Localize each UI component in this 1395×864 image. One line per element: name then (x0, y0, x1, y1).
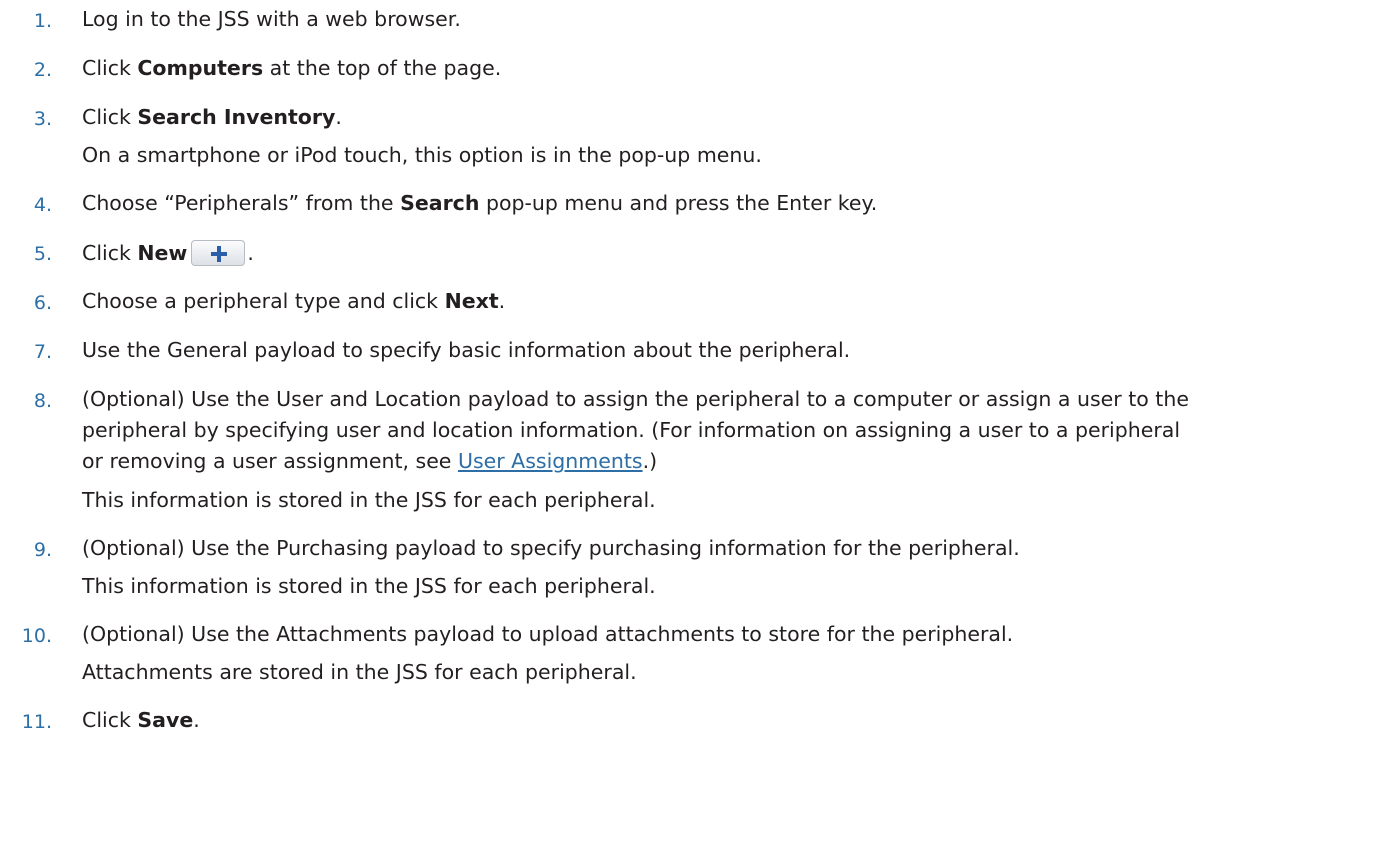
ui-term-new: New (137, 241, 188, 265)
step-text: Click Computers at the top of the page. (82, 56, 502, 80)
step-text: Choose a peripheral type and click Next. (82, 289, 506, 313)
step-note: On a smartphone or iPod touch, this opti… (82, 143, 762, 167)
ui-term-search: Search (400, 191, 480, 215)
step-text-line-3: or removing a user assignment, see User … (82, 449, 658, 473)
ui-term-next: Next (444, 289, 499, 313)
step-note: This information is stored in the JSS fo… (82, 574, 656, 598)
plus-icon (211, 246, 228, 262)
step-number: 10. (21, 625, 52, 647)
ui-term-save: Save (137, 708, 194, 732)
step-text: Choose “Peripherals” from the Search pop… (82, 191, 878, 215)
ui-term-computers: Computers (137, 56, 264, 80)
step-number: 11. (21, 711, 52, 733)
step-text: Click New. (82, 240, 254, 266)
step-text: (Optional) Use the Attachments payload t… (82, 622, 1014, 646)
step-text: Use the General payload to specify basic… (82, 338, 851, 362)
step-number: 6. (33, 292, 52, 314)
step-number: 8. (33, 390, 52, 412)
step-number: 2. (33, 59, 52, 81)
step-text: (Optional) Use the Purchasing payload to… (82, 536, 1020, 560)
step-number: 3. (33, 108, 52, 130)
new-button[interactable] (191, 240, 246, 266)
step-text-line-1: (Optional) Use the User and Location pay… (82, 387, 1189, 411)
step-note: This information is stored in the JSS fo… (82, 488, 656, 512)
step-number: 5. (33, 243, 52, 265)
step-number: 9. (33, 539, 52, 561)
step-note: Attachments are stored in the JSS for ea… (82, 660, 637, 684)
ui-term-search-inventory: Search Inventory (137, 105, 336, 129)
user-assignments-link[interactable]: User Assignments (458, 449, 643, 473)
step-text: Click Search Inventory. (82, 105, 342, 129)
step-text: Log in to the JSS with a web browser. (82, 7, 461, 31)
step-number: 1. (33, 10, 52, 32)
step-number: 4. (33, 194, 52, 216)
step-text: Click Save. (82, 708, 200, 732)
step-number: 7. (33, 341, 52, 363)
step-text-line-2: peripheral by specifying user and locati… (82, 418, 1181, 442)
